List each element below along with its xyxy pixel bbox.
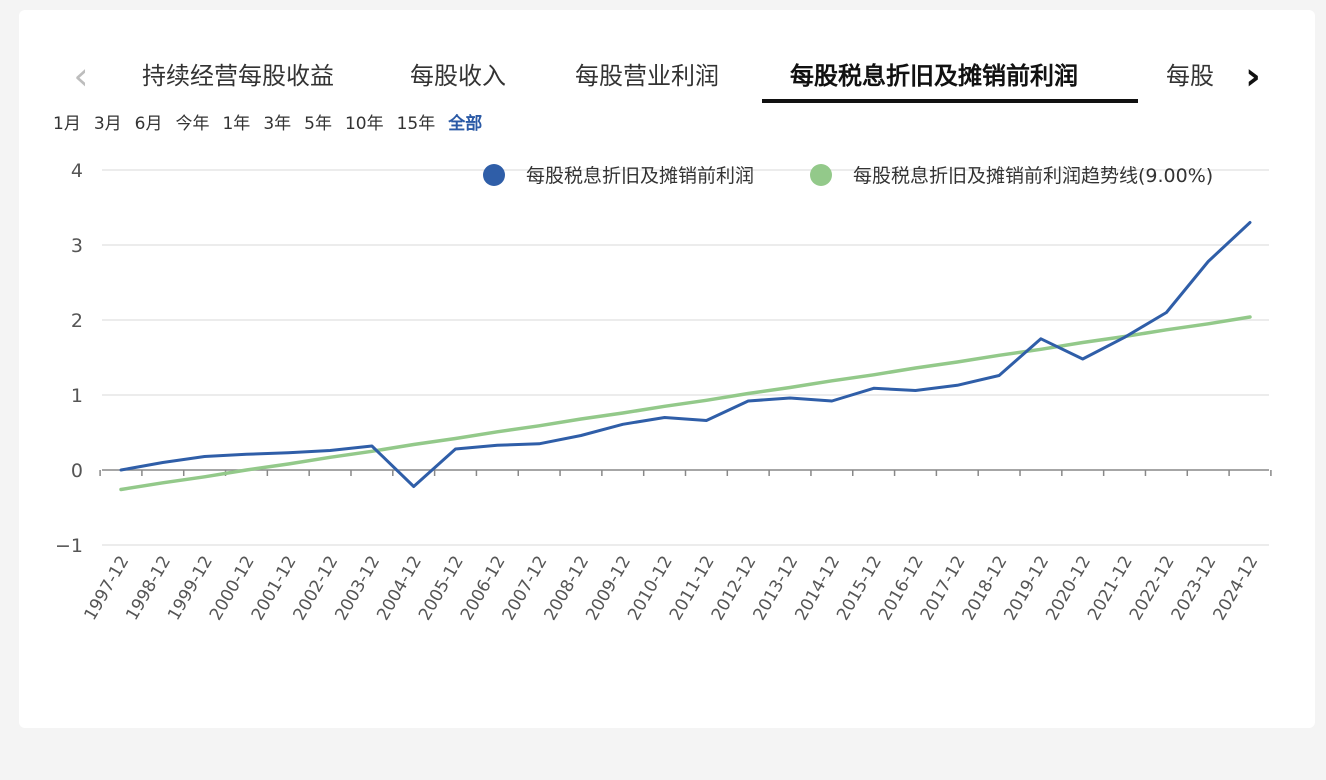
y-tick-label: 4 <box>71 160 83 182</box>
ebitda-per-share-line-chart: −1 0 1 2 3 4 1997-121998-121999-122000-122001… <box>55 160 1272 624</box>
legend-marker-trend <box>810 164 832 186</box>
x-axis: 1997-121998-121999-122000-122001-122002-… <box>80 469 1272 624</box>
legend-marker-main <box>483 164 505 186</box>
y-tick-label: −1 <box>55 535 83 557</box>
series-line-trend[interactable] <box>119 315 1252 492</box>
legend-label-main[interactable]: 每股税息折旧及摊销前利润 <box>526 165 754 187</box>
series-lines <box>119 221 1252 492</box>
y-axis-ticks: −1 0 1 2 3 4 <box>55 160 83 557</box>
grid-lines <box>102 169 1269 546</box>
legend-label-trend[interactable]: 每股税息折旧及摊销前利润趋势线(9.00%) <box>853 165 1213 187</box>
y-tick-label: 2 <box>71 310 83 332</box>
series-line-main[interactable] <box>119 221 1252 488</box>
y-tick-label: 3 <box>71 235 83 257</box>
chart-card: ‹ 持续经营每股收益 每股收入 每股营业利润 每股税息折旧及摊销前利润 每股 ›… <box>19 10 1315 728</box>
y-tick-label: 1 <box>71 385 83 407</box>
legend: 每股税息折旧及摊销前利润 每股税息折旧及摊销前利润趋势线(9.00%) <box>483 164 1213 187</box>
y-tick-label: 0 <box>71 460 83 482</box>
